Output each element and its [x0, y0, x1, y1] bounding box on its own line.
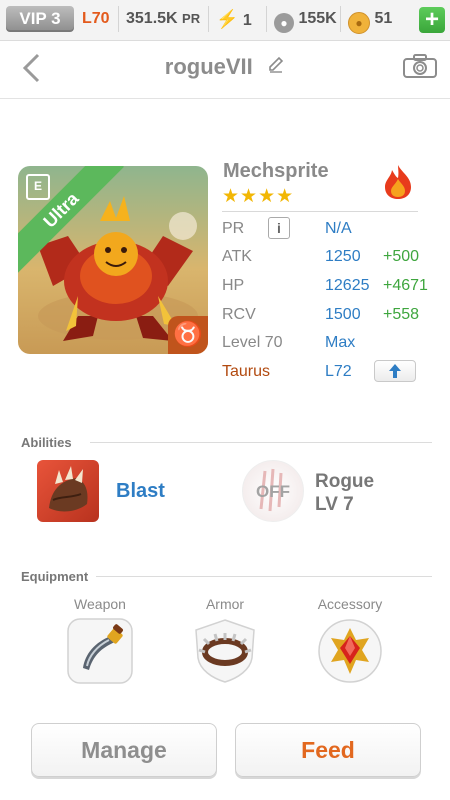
player-level: L70: [82, 10, 110, 27]
info-icon[interactable]: i: [268, 217, 290, 239]
passive-ability-level: LV 7: [315, 494, 354, 515]
paw-counter[interactable]: ● 155K: [274, 8, 337, 33]
armor-slot[interactable]: [192, 618, 258, 684]
page-title: rogueVII: [164, 54, 253, 79]
passive-ability-name: Rogue: [315, 471, 375, 492]
resource-bar: VIP 3 L70 351.5K PR ⚡ 1 ● 155K ● 51 +: [0, 0, 450, 41]
stat-value: 1500: [325, 306, 361, 323]
claw-icon[interactable]: [37, 460, 99, 522]
page-header: rogueVII: [0, 40, 450, 99]
vip-badge[interactable]: VIP 3: [6, 6, 74, 32]
coin-icon: ●: [348, 12, 370, 34]
armor-label: Armor: [205, 596, 245, 612]
feed-button[interactable]: Feed: [235, 723, 421, 777]
stat-bonus: +558: [383, 306, 420, 323]
weapon-label: Weapon: [74, 596, 126, 612]
stat-row-zodiac: Taurus L72: [222, 360, 442, 384]
stat-label: PR: [222, 220, 245, 237]
ability-status: OFF: [256, 482, 290, 501]
stat-label: Taurus: [222, 363, 271, 380]
divider: [266, 6, 267, 32]
taurus-zodiac-icon: ♉: [168, 316, 208, 354]
ruby-amulet-icon: [318, 619, 382, 683]
title-row: rogueVII: [0, 54, 450, 80]
stat-value: L72: [325, 363, 352, 380]
document-icon[interactable]: E: [26, 174, 50, 200]
power-rating: 351.5K PR: [126, 8, 200, 30]
pencil-icon[interactable]: [267, 56, 285, 79]
abilities-heading: Abilities: [21, 435, 72, 450]
stat-label: ATK: [222, 248, 252, 265]
monster-name: Mechsprite: [223, 160, 329, 182]
stat-value: 1250: [325, 248, 361, 265]
divider: [340, 6, 341, 32]
divider: [222, 211, 418, 212]
power-value: 351.5K: [126, 10, 178, 27]
camera-icon[interactable]: [403, 54, 437, 78]
stat-row-hp: HP 12625 +4671: [222, 274, 442, 298]
blade-icon: [67, 618, 133, 684]
coin-value: 51: [374, 10, 393, 27]
stat-row-level: Level 70 Max: [222, 331, 442, 355]
stat-value: 12625: [325, 277, 370, 294]
zodiac-upgrade-button[interactable]: [374, 360, 416, 382]
stat-label: RCV: [222, 306, 256, 323]
stat-value: Max: [325, 334, 356, 351]
monster-portrait[interactable]: Ultra E ♉: [18, 166, 208, 354]
stat-label: HP: [222, 277, 245, 294]
power-unit: PR: [182, 11, 201, 26]
equipment-heading: Equipment: [21, 569, 89, 584]
manage-button[interactable]: Manage: [31, 723, 217, 777]
paw-icon: ●: [274, 13, 294, 33]
energy-value: 1: [242, 12, 252, 29]
stat-bonus: +500: [383, 248, 420, 265]
divider: [208, 6, 209, 32]
spiked-collar-icon: [195, 619, 255, 683]
weapon-slot[interactable]: [67, 618, 133, 684]
add-coins-button[interactable]: +: [419, 7, 445, 33]
accessory-label: Accessory: [317, 596, 383, 612]
star-rating: ★★★★: [222, 186, 295, 207]
lightning-icon: ⚡: [216, 9, 239, 29]
energy-counter[interactable]: ⚡ 1: [216, 8, 252, 30]
stat-row-pr: PR i N/A: [222, 217, 442, 241]
coin-counter[interactable]: ● 51: [348, 8, 393, 34]
stat-row-atk: ATK 1250 +500: [222, 245, 442, 269]
stat-bonus: +4671: [383, 277, 428, 294]
accessory-slot[interactable]: [317, 618, 383, 684]
divider: [90, 442, 432, 443]
stat-value: N/A: [325, 220, 352, 237]
active-ability-name[interactable]: Blast: [116, 480, 165, 503]
divider: [118, 6, 119, 32]
arrow-up-icon: [389, 364, 401, 378]
passive-ability-off-icon[interactable]: OFF: [242, 460, 304, 522]
stat-row-rcv: RCV 1500 +558: [222, 303, 442, 327]
stat-label: Level 70: [222, 334, 283, 351]
fire-icon: [382, 164, 414, 200]
divider: [96, 576, 432, 577]
paw-value: 155K: [298, 10, 337, 27]
